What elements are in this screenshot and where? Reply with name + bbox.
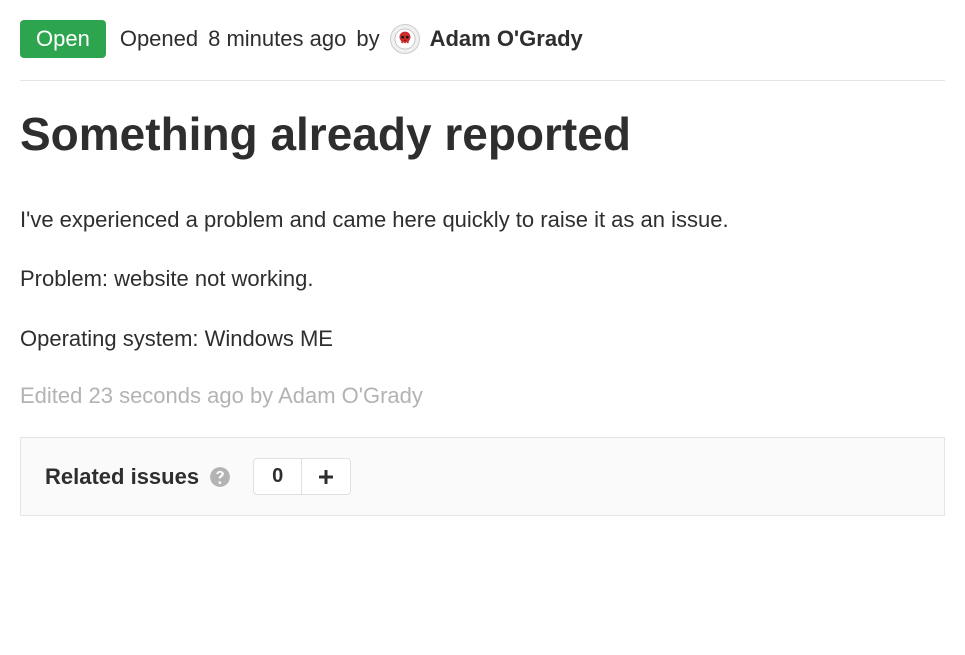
- plus-icon: [318, 469, 334, 485]
- add-related-button[interactable]: [302, 459, 350, 494]
- body-paragraph: Operating system: Windows ME: [20, 323, 945, 355]
- edited-note: Edited 23 seconds ago by Adam O'Grady: [20, 383, 945, 409]
- issue-title: Something already reported: [20, 109, 945, 160]
- author-avatar[interactable]: [390, 24, 420, 54]
- related-count-group: 0: [253, 458, 351, 495]
- related-issues-label: Related issues: [45, 464, 199, 490]
- by-text: by: [356, 26, 379, 52]
- author-link[interactable]: Adam O'Grady: [430, 26, 583, 52]
- issue-body: I've experienced a problem and came here…: [20, 204, 945, 356]
- body-paragraph: Problem: website not working.: [20, 263, 945, 295]
- opened-prefix: Opened: [120, 26, 198, 52]
- status-badge: Open: [20, 20, 106, 58]
- issue-meta-row: Open Opened 8 minutes ago by Adam O'Grad…: [20, 20, 945, 81]
- skull-icon: [394, 28, 416, 50]
- body-paragraph: I've experienced a problem and came here…: [20, 204, 945, 236]
- opened-time: 8 minutes ago: [208, 26, 346, 52]
- related-issues-panel: Related issues 0: [20, 437, 945, 516]
- help-icon[interactable]: [209, 466, 231, 488]
- related-count: 0: [254, 459, 302, 494]
- opened-info: Opened 8 minutes ago by Adam O'Grady: [120, 24, 583, 54]
